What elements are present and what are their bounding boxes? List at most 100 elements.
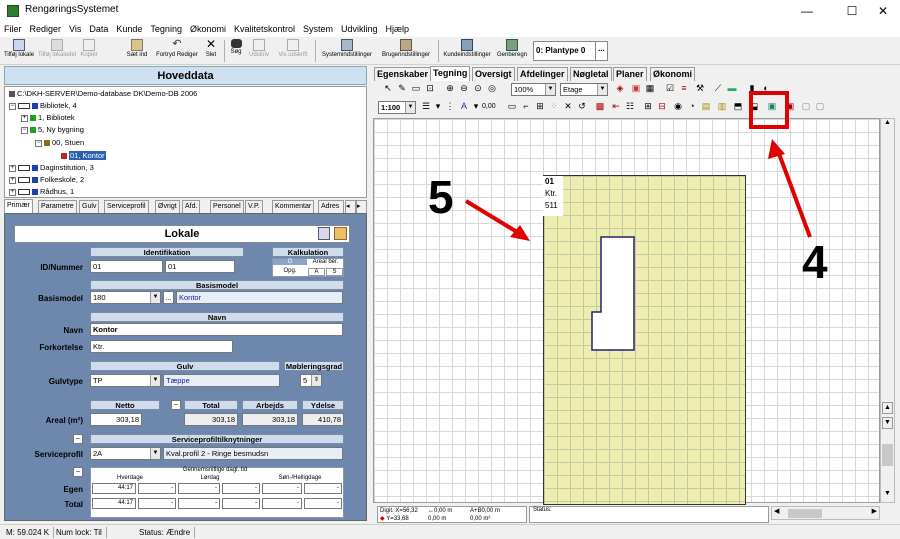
select-icon[interactable]: ▭	[410, 82, 422, 94]
eye-icon[interactable]: ◉	[672, 100, 684, 112]
netto-field[interactable]: 303,18	[90, 413, 142, 426]
mobleringsgrad-spinner[interactable]: 5 ⇕	[300, 374, 322, 387]
scroll-thumb[interactable]	[788, 509, 822, 518]
tools-icon[interactable]	[334, 227, 347, 240]
plantype-more-button[interactable]: ...	[595, 42, 607, 60]
color-icon[interactable]: ▣	[630, 82, 642, 94]
tab-afdelinger[interactable]: Afdelinger	[517, 67, 568, 81]
undo-button[interactable]: ↶ Fortryd Rediger	[154, 39, 200, 59]
tab-kommentar[interactable]: Kommentar	[272, 200, 315, 213]
tree-node[interactable]: +1, Bibliotek	[21, 113, 75, 122]
system-settings-button[interactable]: Systemindstillinger	[319, 39, 375, 58]
time-collapse-button[interactable]: −	[73, 467, 83, 477]
tree-root[interactable]: C:\DKH-SERVER\Demo-database DK\Demo-DB 2…	[9, 89, 197, 98]
chevron-down-icon[interactable]: ▼	[150, 448, 160, 459]
delete-button[interactable]: ✕ Slet	[203, 38, 219, 58]
tree-node[interactable]: + Daginstitution, 3	[9, 163, 94, 172]
kalk-o[interactable]: O	[273, 259, 307, 265]
tab-okonomi[interactable]: Økonomi	[650, 67, 696, 81]
minimize-button[interactable]: —	[790, 0, 824, 22]
undo-shape-icon[interactable]: ↺	[576, 100, 588, 112]
navn-field[interactable]: Kontor	[90, 323, 343, 336]
window-icon[interactable]: ⊞	[534, 100, 546, 112]
line-style-icon[interactable]: ⋮	[444, 100, 456, 112]
tab-primaer[interactable]: Primær	[4, 199, 33, 213]
tab-scroll-right[interactable]: ▸	[356, 200, 367, 213]
tree-node[interactable]: − Bibliotek, 4	[9, 101, 77, 110]
tab-oversigt[interactable]: Oversigt	[472, 67, 515, 81]
horizontal-scrollbar[interactable]: ◀ ▶	[771, 506, 880, 520]
line-weight-icon[interactable]: ☰	[420, 100, 432, 112]
collapse-icon[interactable]: −	[35, 139, 42, 147]
scroll-button[interactable]: ▼	[882, 417, 893, 429]
copy-shape-icon[interactable]: ▢	[800, 100, 812, 112]
pen-icon[interactable]: ✎	[396, 82, 408, 94]
chevron-down-icon[interactable]: ▾	[470, 100, 482, 112]
basismodel-browse-button[interactable]: ...	[163, 291, 174, 304]
hatch-icon[interactable]: ▤	[700, 100, 712, 112]
zoom-in-icon[interactable]: ⊕	[444, 82, 456, 94]
measure-icon[interactable]: ⟋	[712, 82, 724, 94]
tab-noegletal[interactable]: Nøgletal	[570, 67, 612, 81]
tab-vp[interactable]: V.P.	[245, 200, 263, 213]
tab-tegning[interactable]: Tegning	[430, 66, 471, 81]
kalk-s[interactable]: S	[326, 268, 343, 276]
align-icon[interactable]: ⇤	[610, 100, 622, 112]
search-button[interactable]: Søg	[228, 39, 244, 55]
close-button[interactable]: ✕	[866, 0, 900, 22]
menu-hjaelp[interactable]: Hjælp	[382, 22, 414, 36]
menu-udvikling[interactable]: Udvikling	[337, 22, 382, 36]
zoom-select[interactable]: 100% ▼	[511, 83, 556, 96]
tab-planer[interactable]: Planer	[613, 67, 647, 81]
add-room-part-button[interactable]: Tilføj lokaledel	[37, 39, 77, 58]
collapse-icon[interactable]: −	[21, 126, 28, 134]
tab-gulv[interactable]: Gulv	[79, 200, 100, 213]
menu-tegning[interactable]: Tegning	[146, 22, 186, 36]
tree-node[interactable]: −00, Stuen	[35, 138, 84, 147]
expand-icon[interactable]: +	[9, 164, 16, 172]
import-icon[interactable]: ⬒	[732, 100, 744, 112]
scroll-thumb[interactable]	[882, 444, 893, 466]
collapse-icon[interactable]: −	[9, 102, 16, 110]
menu-kvalitetskontrol[interactable]: Kvalitetskontrol	[230, 22, 299, 36]
expand-icon[interactable]: +	[9, 188, 16, 196]
zoom-window-icon[interactable]: ⊡	[424, 82, 436, 94]
split-icon[interactable]: ⊟	[656, 100, 668, 112]
eye-move-icon[interactable]: ◔	[686, 100, 698, 112]
tab-egenskaber[interactable]: Egenskaber	[374, 67, 432, 81]
service-collapse-button[interactable]: −	[73, 434, 83, 444]
tools-icon[interactable]: ⚒	[694, 82, 706, 94]
scroll-left-arrow[interactable]: ◀	[774, 507, 779, 515]
scale-select[interactable]: 1:100 ▼	[378, 101, 416, 114]
expand-icon[interactable]: +	[21, 114, 28, 122]
kalk-a[interactable]: A	[308, 268, 325, 276]
chevron-down-icon[interactable]: ▼	[545, 84, 555, 95]
zoom-out-icon[interactable]: ⊖	[458, 82, 470, 94]
maximize-button[interactable]: ☐	[835, 0, 869, 22]
text-size-icon[interactable]: A	[458, 100, 470, 112]
level-select[interactable]: Etage ▼	[560, 83, 608, 96]
wall-icon[interactable]: ▭	[506, 100, 518, 112]
customer-settings-button[interactable]: Kundeindstillinger	[441, 39, 493, 58]
delete-shape-icon[interactable]: ✕	[562, 100, 574, 112]
tab-ovrigt[interactable]: Øvrigt	[155, 200, 180, 213]
menu-okonomi[interactable]: Økonomi	[186, 22, 230, 36]
spinner-icon[interactable]: ⇕	[311, 375, 321, 386]
chevron-down-icon[interactable]: ▼	[150, 292, 160, 303]
menu-kunde[interactable]: Kunde	[112, 22, 146, 36]
print-button[interactable]: Udskriv	[246, 39, 272, 58]
tab-afd[interactable]: Afd.	[182, 200, 201, 213]
add-room-button[interactable]: Tilføj lokale	[2, 39, 36, 58]
copy-button[interactable]: Kopier	[78, 39, 100, 58]
print-preview-button[interactable]: Vis udskrift	[274, 39, 312, 58]
scroll-up-arrow[interactable]: ▲	[881, 119, 894, 131]
stack-icon[interactable]: ☷	[624, 100, 636, 112]
lines-icon[interactable]: ≡	[678, 82, 690, 94]
chart-icon[interactable]: ▬	[726, 82, 738, 94]
id-field[interactable]: 01	[90, 260, 163, 273]
tree-node[interactable]: + Rådhus, 1	[9, 187, 74, 196]
menu-data[interactable]: Data	[85, 22, 112, 36]
chevron-down-icon[interactable]: ▼	[597, 84, 607, 95]
basismodel-select[interactable]: 180 ▼	[90, 291, 161, 304]
tree-node[interactable]: + Folkeskole, 2	[9, 175, 84, 184]
